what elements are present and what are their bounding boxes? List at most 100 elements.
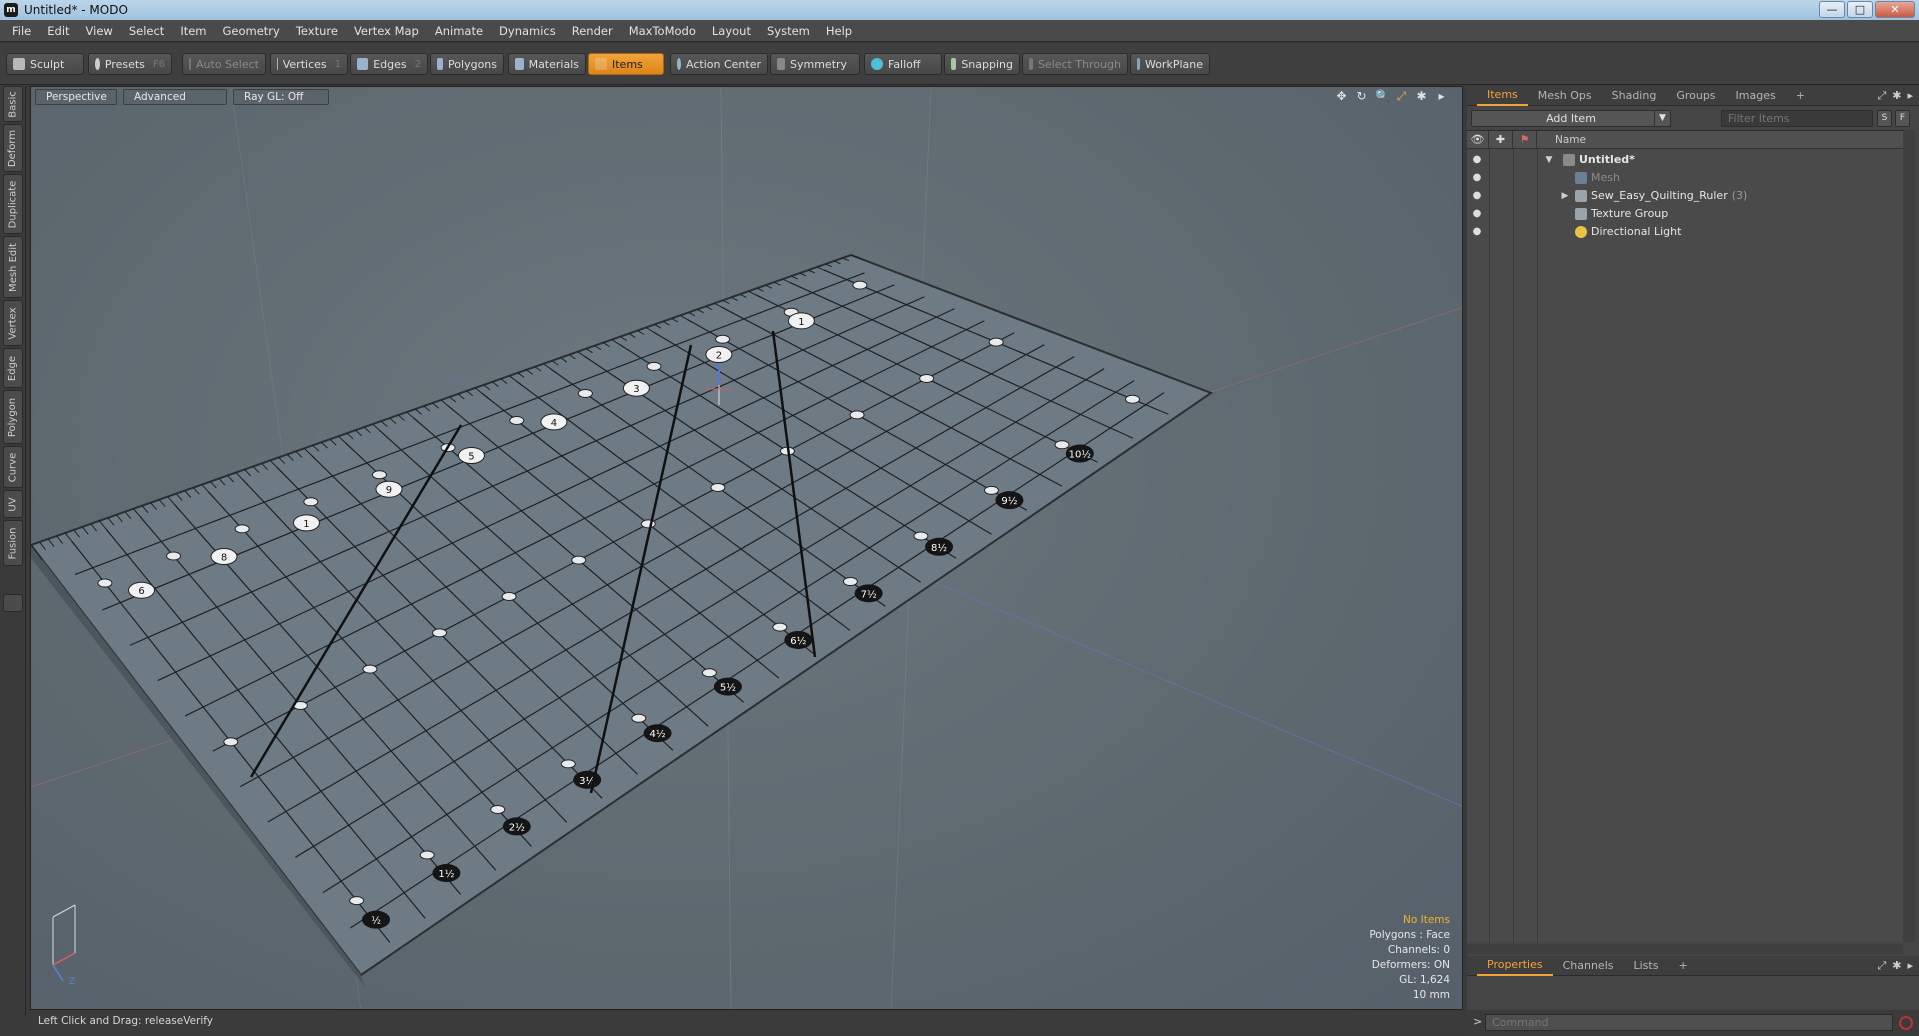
item-list-scrollbar[interactable] — [1903, 130, 1915, 942]
advanced-shading-button[interactable]: Advanced — [123, 89, 227, 105]
perspective-view-button[interactable]: Perspective — [35, 89, 117, 105]
filter-s-button[interactable]: S — [1877, 110, 1892, 127]
ruler-dot — [371, 470, 387, 480]
render-column-icon[interactable]: ⚑ — [1513, 131, 1537, 149]
select-through-button[interactable]: Select Through — [1022, 53, 1128, 75]
tab-vertex[interactable]: Vertex — [3, 300, 23, 346]
collapse-icon[interactable]: ▼ — [1543, 151, 1555, 169]
close-button[interactable]: ✕ — [1875, 1, 1915, 18]
add-tab-button[interactable]: + — [1668, 956, 1697, 976]
menu-render[interactable]: Render — [564, 20, 621, 42]
filter-items-input[interactable] — [1721, 110, 1873, 127]
add-tab-button[interactable]: + — [1786, 86, 1815, 106]
menu-edit[interactable]: Edit — [39, 20, 77, 42]
ray-gl-button[interactable]: Ray GL: Off — [233, 89, 329, 105]
quilting-ruler-mesh[interactable]: ½1½2½3½4½5½6½7½8½9½10½681954321 — [31, 253, 1214, 987]
menu-system[interactable]: System — [759, 20, 818, 42]
brush-icon — [13, 58, 25, 70]
tab-duplicate[interactable]: Duplicate — [3, 174, 23, 234]
3d-viewport[interactable]: ½ 1½ 2½ 3½ 4½ 5½ 6½ 7½ 8½ 9½ 10½ 6 8 1 9 5 4 3 2 1 Z Perspe… — [30, 86, 1463, 1010]
expand-panel-icon[interactable]: ⤢ — [1877, 89, 1886, 103]
tree-row-scene[interactable]: ● ▼ Untitled* — [1467, 151, 1909, 169]
panel-settings-icon[interactable]: ✱ — [1892, 959, 1901, 973]
zoom-view-icon[interactable]: 🔍 — [1375, 90, 1390, 103]
tab-deform[interactable]: Deform — [3, 124, 23, 172]
tab-channels[interactable]: Channels — [1553, 956, 1624, 976]
eye-icon[interactable]: ● — [1471, 208, 1483, 220]
tree-row-ruler[interactable]: ● ▶ Sew_Easy_Quilting_Ruler (3) — [1467, 187, 1909, 205]
tree-row-mesh[interactable]: ● Mesh — [1467, 169, 1909, 187]
record-macro-icon[interactable] — [1899, 1016, 1913, 1030]
name-column-header[interactable]: Name — [1555, 131, 1586, 149]
add-item-dropdown[interactable]: Add Item ▼ — [1471, 110, 1671, 127]
visibility-column-icon[interactable]: 👁 — [1467, 131, 1489, 149]
expand-icon[interactable]: ▶ — [1559, 187, 1571, 205]
fit-view-icon[interactable]: ⤢ — [1395, 90, 1408, 103]
falloff-button[interactable]: Falloff — [864, 53, 942, 75]
menu-vertex-map[interactable]: Vertex Map — [346, 20, 427, 42]
panel-settings-icon[interactable]: ✱ — [1892, 89, 1901, 103]
tab-collapse-button[interactable] — [3, 594, 23, 612]
tab-properties[interactable]: Properties — [1477, 956, 1553, 976]
panel-menu-icon[interactable]: ▸ — [1907, 959, 1913, 973]
rotate-view-icon[interactable]: ↻ — [1355, 90, 1368, 103]
item-list-hscrollbar[interactable] — [1467, 944, 1903, 954]
tab-mesh-edit[interactable]: Mesh Edit — [3, 236, 23, 298]
menu-help[interactable]: Help — [818, 20, 860, 42]
vertices-button[interactable]: Vertices 1 — [270, 53, 348, 75]
sculpt-button[interactable]: Sculpt — [6, 53, 84, 75]
eye-icon[interactable]: ● — [1471, 190, 1483, 202]
tab-shading[interactable]: Shading — [1602, 86, 1667, 106]
edges-button[interactable]: Edges 2 — [350, 53, 428, 75]
tree-row-light[interactable]: ● Directional Light — [1467, 223, 1909, 241]
tab-items[interactable]: Items — [1477, 86, 1528, 106]
tree-row-texture-group[interactable]: ● Texture Group — [1467, 205, 1909, 223]
command-input[interactable] — [1485, 1014, 1893, 1031]
workplane-button[interactable]: WorkPlane — [1130, 53, 1210, 75]
symmetry-button[interactable]: Symmetry — [770, 53, 860, 75]
menu-texture[interactable]: Texture — [288, 20, 346, 42]
tab-edge[interactable]: Edge — [3, 348, 23, 388]
menu-view[interactable]: View — [78, 20, 121, 42]
lock-column-icon[interactable]: ✚ — [1489, 131, 1513, 149]
panel-menu-icon[interactable]: ▸ — [1907, 89, 1913, 103]
tab-curve[interactable]: Curve — [3, 446, 23, 488]
tab-uv[interactable]: UV — [3, 490, 23, 518]
menu-dynamics[interactable]: Dynamics — [491, 20, 564, 42]
tab-polygon[interactable]: Polygon — [3, 390, 23, 444]
menu-maxtomodo[interactable]: MaxToModo — [621, 20, 704, 42]
presets-button[interactable]: Presets F6 — [88, 53, 172, 75]
tab-images[interactable]: Images — [1726, 86, 1786, 106]
expand-panel-icon[interactable]: ⤢ — [1877, 959, 1886, 973]
tree-label: Directional Light — [1591, 225, 1682, 238]
menu-animate[interactable]: Animate — [427, 20, 491, 42]
items-button[interactable]: Items — [588, 53, 664, 75]
auto-select-button[interactable]: Auto Select — [182, 53, 266, 75]
eye-icon[interactable]: ● — [1471, 154, 1483, 166]
tab-fusion[interactable]: Fusion — [3, 520, 23, 566]
menu-select[interactable]: Select — [121, 20, 172, 42]
tab-basic[interactable]: Basic — [3, 86, 23, 122]
viewport-settings-icon[interactable]: ✱ — [1415, 90, 1428, 103]
materials-button[interactable]: Materials — [508, 53, 586, 75]
info-selection: No Items — [1403, 914, 1450, 926]
snapping-button[interactable]: Snapping — [944, 53, 1020, 75]
maximize-button[interactable]: □ — [1847, 1, 1873, 18]
tab-lists[interactable]: Lists — [1624, 956, 1669, 976]
minimize-button[interactable]: — — [1819, 1, 1845, 18]
eye-icon[interactable]: ● — [1471, 226, 1483, 238]
action-center-button[interactable]: Action Center — [670, 53, 768, 75]
viewport-menu-icon[interactable]: ▸ — [1435, 90, 1448, 103]
group-icon — [1575, 208, 1587, 220]
menu-geometry[interactable]: Geometry — [215, 20, 288, 42]
filter-f-button[interactable]: F — [1895, 110, 1910, 127]
tab-groups[interactable]: Groups — [1666, 86, 1725, 106]
menu-file[interactable]: File — [4, 20, 39, 42]
menu-item[interactable]: Item — [172, 20, 214, 42]
tab-mesh-ops[interactable]: Mesh Ops — [1528, 86, 1602, 106]
menu-layout[interactable]: Layout — [704, 20, 759, 42]
eye-icon[interactable]: ● — [1471, 172, 1483, 184]
move-view-icon[interactable]: ✥ — [1335, 90, 1348, 103]
ruler-dot — [166, 551, 182, 561]
polygons-button[interactable]: Polygons — [430, 53, 504, 75]
